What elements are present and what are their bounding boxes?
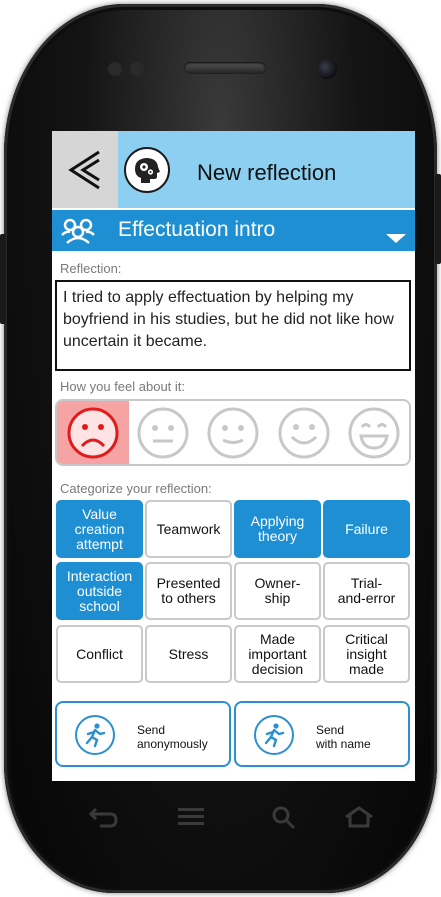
category-chip[interactable]: Made important decision [234,625,321,683]
navigation-bar [74,799,404,839]
reflection-label: Reflection: [60,261,122,276]
category-chip-label: Stress [168,645,209,662]
brain-gears-icon [135,158,160,183]
category-chip[interactable]: Applying theory [234,500,321,558]
front-camera [317,59,337,79]
send-anonymously-button[interactable]: Send anonymously [55,701,231,767]
group-icon [61,218,95,244]
category-chip[interactable]: Presented to others [145,562,232,620]
mood-option-very-sad[interactable] [57,401,129,464]
search-icon[interactable] [270,805,298,831]
mood-option-big-grin[interactable] [338,401,409,464]
smile-face-icon [278,407,330,458]
mood-option-smile[interactable] [268,401,340,464]
category-chip-label: Trial- and-error [337,575,396,606]
category-chip-label: Conflict [76,645,123,662]
category-chip[interactable]: Interaction outside school [56,562,143,620]
neutral-face-icon [137,407,189,458]
app-bar: New reflection [52,131,415,208]
category-chip-label: Presented to others [156,575,221,606]
category-chip-label: Made important decision [248,630,307,677]
power-button [435,174,441,264]
home-icon[interactable] [342,805,376,829]
category-chip[interactable]: Stress [145,625,232,683]
chevron-down-icon [386,234,406,243]
category-chip-label: Owner- ship [254,575,301,606]
reflection-textarea[interactable]: I tried to apply effectuation by helping… [55,280,411,371]
mood-selector [55,399,411,466]
send-with-name-label: Send with name [316,723,371,751]
chevron-left-icon [68,150,100,189]
slight-smile-face-icon [207,407,259,458]
send-with-name-button[interactable]: Send with name [234,701,410,767]
category-chip[interactable]: Value creation attempt [56,500,143,558]
category-chip[interactable]: Critical insight made [323,625,410,683]
app-logo [124,147,170,193]
back-arrow-icon[interactable] [88,805,120,829]
page-title: New reflection [197,160,337,185]
category-chip-label: Value creation attempt [74,505,125,552]
mood-option-slight-smile[interactable] [197,401,269,464]
group-selector[interactable]: Effectuation intro [52,210,415,251]
big-grin-face-icon [348,407,400,458]
category-chip[interactable]: Conflict [56,625,143,683]
category-chip-label: Interaction outside school [66,567,133,614]
back-button[interactable] [52,131,118,208]
category-chip-label: Critical insight made [345,630,388,677]
running-person-icon [75,715,115,755]
light-sensor [130,62,144,76]
running-person-icon [254,715,294,755]
volume-button [0,234,6,324]
category-chip-label: Applying theory [250,513,305,544]
category-chip-label: Teamwork [156,520,221,537]
category-chip[interactable]: Failure [323,500,410,558]
earpiece-speaker [184,62,266,74]
menu-icon[interactable] [176,805,206,829]
categories-label: Categorize your reflection: [60,481,212,496]
very-sad-face-icon [67,407,119,458]
category-chip[interactable]: Owner- ship [234,562,321,620]
send-anonymously-label: Send anonymously [137,723,208,751]
proximity-sensor [108,62,122,76]
mood-label: How you feel about it: [60,379,186,394]
mood-option-neutral[interactable] [127,401,199,464]
app-screen: New reflection Effectuation intro Reflec… [52,131,415,781]
category-chip[interactable]: Trial- and-error [323,562,410,620]
group-selector-label: Effectuation intro [118,218,276,241]
category-chip-label: Failure [345,520,388,537]
category-chip[interactable]: Teamwork [145,500,232,558]
